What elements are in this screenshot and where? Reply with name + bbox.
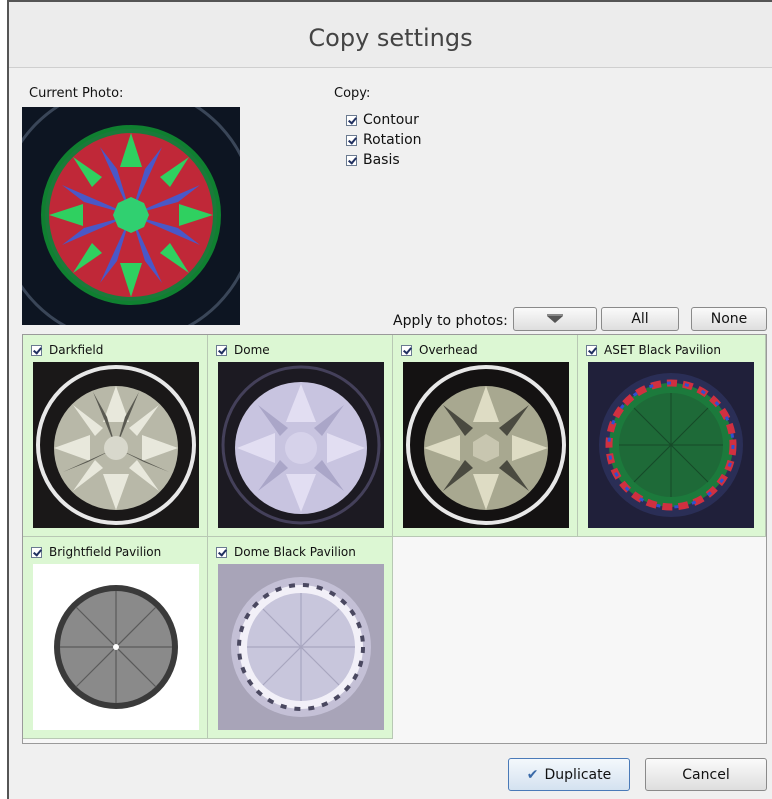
dome-thumbnail: [218, 362, 384, 528]
photo-tile-overhead[interactable]: Overhead: [393, 335, 578, 537]
dome-black-pavilion-thumbnail: [218, 564, 384, 730]
apply-dropdown-button[interactable]: [513, 307, 597, 331]
apply-to-photos-label: Apply to photos:: [393, 313, 508, 329]
overhead-thumbnail: [403, 362, 569, 528]
dome-checkbox[interactable]: [216, 344, 227, 356]
copy-contour-option[interactable]: Contour: [346, 112, 419, 128]
aset-black-pavilion-thumbnail: [588, 362, 754, 528]
current-photo: [22, 107, 240, 325]
photo-grid: Darkfield Dome Overhead ASET Black Pavil…: [22, 334, 767, 744]
contour-label: Contour: [363, 112, 419, 128]
aset-black-pavilion-checkbox[interactable]: [586, 344, 597, 356]
photo-tile-aset-black-pavilion[interactable]: ASET Black Pavilion: [578, 335, 766, 537]
rotation-checkbox[interactable]: [346, 134, 357, 146]
diamond-icon: [547, 314, 563, 323]
checkmark-icon: ✔: [526, 766, 539, 783]
select-none-button[interactable]: None: [691, 307, 767, 331]
contour-checkbox[interactable]: [346, 114, 357, 126]
brightfield-pavilion-label: Brightfield Pavilion: [49, 545, 162, 559]
current-photo-label: Current Photo:: [29, 86, 124, 101]
brightfield-pavilion-checkbox[interactable]: [31, 546, 42, 558]
dome-label: Dome: [234, 343, 270, 357]
rotation-label: Rotation: [363, 132, 422, 148]
dialog-titlebar: Copy settings: [9, 2, 772, 68]
duplicate-label: Duplicate: [544, 766, 612, 783]
copy-basis-option[interactable]: Basis: [346, 152, 400, 168]
dialog-title: Copy settings: [308, 24, 473, 52]
select-all-button[interactable]: All: [601, 307, 679, 331]
basis-label: Basis: [363, 152, 400, 168]
darkfield-thumbnail: [33, 362, 199, 528]
darkfield-checkbox[interactable]: [31, 344, 42, 356]
darkfield-label: Darkfield: [49, 343, 104, 357]
dome-black-pavilion-checkbox[interactable]: [216, 546, 227, 558]
copy-label: Copy:: [334, 86, 371, 101]
copy-settings-dialog: Copy settings Current Photo: Copy: Conto…: [7, 0, 772, 799]
brightfield-pavilion-thumbnail: [33, 564, 199, 730]
overhead-checkbox[interactable]: [401, 344, 412, 356]
photo-tile-dome[interactable]: Dome: [208, 335, 393, 537]
photo-tile-darkfield[interactable]: Darkfield: [23, 335, 208, 537]
overhead-label: Overhead: [419, 343, 478, 357]
aset-black-pavilion-label: ASET Black Pavilion: [604, 343, 721, 357]
photo-tile-dome-black-pavilion[interactable]: Dome Black Pavilion: [208, 537, 393, 739]
cancel-button[interactable]: Cancel: [645, 758, 767, 791]
duplicate-button[interactable]: ✔ Duplicate: [508, 758, 630, 791]
copy-rotation-option[interactable]: Rotation: [346, 132, 422, 148]
basis-checkbox[interactable]: [346, 154, 357, 166]
photo-tile-brightfield-pavilion[interactable]: Brightfield Pavilion: [23, 537, 208, 739]
dome-black-pavilion-label: Dome Black Pavilion: [234, 545, 356, 559]
